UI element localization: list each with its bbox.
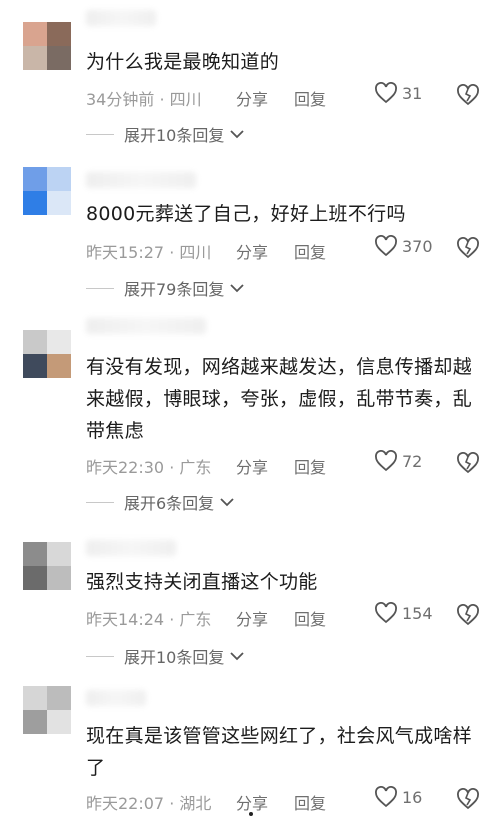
comment-text: 8000元葬送了自己，好好上班不行吗 [86, 203, 406, 225]
expand-replies-button[interactable]: 展开79条回复 [86, 276, 245, 300]
divider [86, 501, 114, 503]
avatar-tile [23, 710, 47, 734]
reply-button[interactable]: 回复 [294, 86, 326, 110]
share-button[interactable]: 分享 [236, 606, 268, 630]
share-button[interactable]: 分享 [236, 790, 268, 814]
comment-meta: 34分钟前 · 四川 分享 回复 31 [86, 82, 480, 110]
avatar[interactable] [23, 22, 71, 70]
avatar-tile [23, 330, 47, 354]
divider [86, 655, 114, 657]
avatar-tile [23, 167, 47, 191]
like-count: 31 [402, 83, 423, 103]
like-count: 154 [402, 603, 433, 623]
avatar-tile [47, 542, 71, 566]
comment-text: 强烈支持关闭直播这个功能 [86, 571, 318, 593]
broken-heart-icon [457, 452, 479, 474]
chevron-down-icon [230, 130, 245, 139]
reply-button[interactable]: 回复 [294, 790, 326, 814]
dislike-button[interactable] [456, 84, 480, 110]
avatar-tile [23, 566, 47, 590]
comment-meta: 昨天15:27 · 四川 分享 回复 370 [86, 235, 480, 263]
like-button[interactable]: 72 [374, 450, 422, 472]
avatar-tile [23, 191, 47, 215]
like-count: 370 [402, 236, 433, 256]
comment-meta: 昨天14:24 · 广东 分享 回复 154 [86, 602, 480, 630]
heart-outline-icon [375, 786, 397, 808]
like-count: 16 [402, 787, 423, 807]
broken-heart-icon [457, 84, 479, 106]
like-button[interactable]: 16 [374, 786, 422, 808]
chevron-down-icon [230, 652, 245, 661]
username[interactable] [86, 540, 176, 556]
comment-text: 有没有发现，网络越来越发达，信息传播却越来越假，博眼球，夸张，虚假，乱带节奏，乱… [86, 356, 473, 442]
expand-replies-button[interactable]: 展开6条回复 [86, 490, 234, 514]
dislike-button[interactable] [456, 788, 480, 814]
like-button[interactable]: 154 [374, 602, 433, 624]
chevron-down-icon [230, 284, 245, 293]
expand-replies-label: 展开79条回复 [124, 280, 225, 299]
reply-button[interactable]: 回复 [294, 239, 326, 263]
avatar-tile [23, 46, 47, 70]
avatar-tile [23, 22, 47, 46]
share-button[interactable]: 分享 [236, 86, 268, 110]
comment-text: 现在真是该管管这些网红了，社会风气成啥样了 [86, 725, 473, 779]
avatar-tile [47, 22, 71, 46]
comment-time-location: 昨天15:27 · 四川 [86, 243, 212, 262]
broken-heart-icon [457, 788, 479, 810]
avatar-tile [47, 710, 71, 734]
heart-outline-icon [375, 82, 397, 104]
comment-meta: 昨天22:07 · 湖北 分享 回复 16 [86, 786, 480, 814]
avatar-tile [23, 686, 47, 710]
username[interactable] [86, 318, 206, 334]
heart-outline-icon [375, 450, 397, 472]
like-button[interactable]: 370 [374, 235, 433, 257]
expand-replies-button[interactable]: 展开10条回复 [86, 644, 245, 668]
like-button[interactable]: 31 [374, 82, 422, 104]
avatar-tile [23, 354, 47, 378]
scroll-indicator [249, 812, 253, 816]
avatar[interactable] [23, 330, 71, 378]
comment-text: 为什么我是最晚知道的 [86, 51, 280, 73]
comment-meta: 昨天22:30 · 广东 分享 回复 72 [86, 450, 480, 478]
avatar[interactable] [23, 167, 71, 215]
avatar-tile [47, 330, 71, 354]
avatar-tile [47, 354, 71, 378]
broken-heart-icon [457, 604, 479, 626]
comment-time-location: 昨天22:30 · 广东 [86, 458, 212, 477]
avatar-tile [47, 46, 71, 70]
expand-replies-button[interactable]: 展开10条回复 [86, 122, 245, 146]
avatar[interactable] [23, 542, 71, 590]
heart-outline-icon [375, 602, 397, 624]
avatar-tile [47, 686, 71, 710]
reply-button[interactable]: 回复 [294, 606, 326, 630]
avatar-tile [23, 542, 47, 566]
chevron-down-icon [220, 498, 234, 507]
comment-time-location: 昨天14:24 · 广东 [86, 610, 212, 629]
dislike-button[interactable] [456, 604, 480, 630]
dislike-button[interactable] [456, 237, 480, 263]
expand-replies-label: 展开6条回复 [124, 494, 215, 513]
username[interactable] [86, 172, 196, 188]
reply-button[interactable]: 回复 [294, 454, 326, 478]
like-count: 72 [402, 451, 423, 471]
expand-replies-label: 展开10条回复 [124, 126, 225, 145]
share-button[interactable]: 分享 [236, 239, 268, 263]
heart-outline-icon [375, 235, 397, 257]
username[interactable] [86, 690, 146, 706]
avatar-tile [47, 566, 71, 590]
expand-replies-label: 展开10条回复 [124, 648, 225, 667]
avatar-tile [47, 191, 71, 215]
comment-time-location: 34分钟前 · 四川 [86, 90, 202, 109]
share-button[interactable]: 分享 [236, 454, 268, 478]
avatar-tile [47, 167, 71, 191]
avatar[interactable] [23, 686, 71, 734]
username[interactable] [86, 10, 156, 26]
dislike-button[interactable] [456, 452, 480, 478]
divider [86, 133, 114, 135]
divider [86, 287, 114, 289]
broken-heart-icon [457, 237, 479, 259]
comment-time-location: 昨天22:07 · 湖北 [86, 794, 212, 813]
